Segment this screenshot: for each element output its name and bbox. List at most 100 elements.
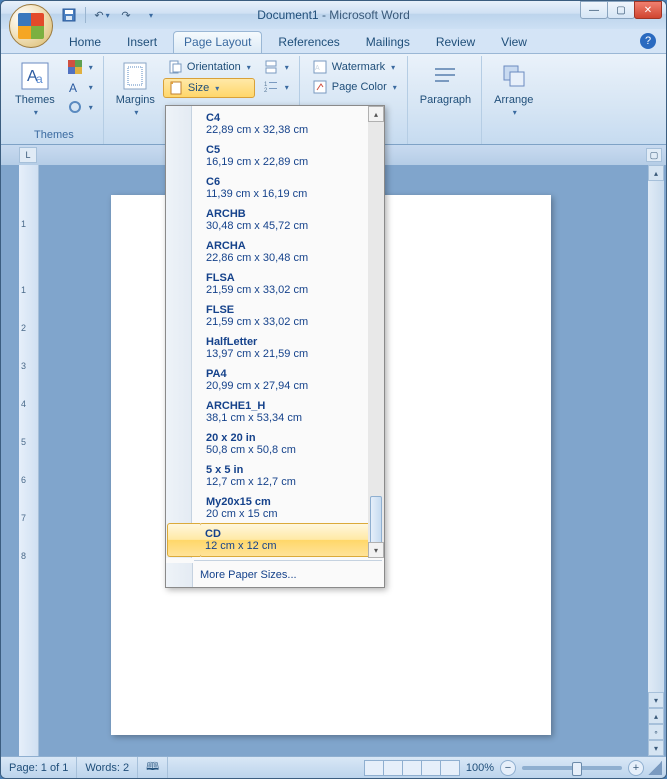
tab-mailings[interactable]: Mailings [356, 32, 420, 53]
breaks-button[interactable]: ▾ [259, 58, 293, 76]
size-option[interactable]: FLSA21,59 cm x 33,02 cm [200, 268, 384, 300]
theme-effects-button[interactable]: ▾ [63, 98, 97, 116]
window-title: Document1 - Microsoft Word [257, 8, 410, 22]
size-option-name: ARCHB [206, 208, 376, 220]
size-list: C422,89 cm x 32,38 cmC516,19 cm x 22,89 … [166, 106, 384, 558]
tab-selector[interactable]: L [19, 147, 37, 163]
size-option-dimensions: 21,59 cm x 33,02 cm [206, 316, 376, 328]
chevron-down-icon: ▾ [134, 108, 138, 117]
view-web-layout-button[interactable] [402, 760, 422, 776]
svg-text:A: A [315, 65, 320, 72]
ruler-toggle-icon[interactable]: ▢ [646, 148, 662, 162]
theme-fonts-button[interactable]: A▾ [63, 78, 97, 96]
size-button[interactable]: Size▾ [163, 78, 255, 98]
minimize-button[interactable]: — [580, 1, 608, 19]
status-language[interactable]: 🕮 [138, 757, 168, 778]
maximize-button[interactable]: ▢ [607, 1, 635, 19]
group-themes: Aa Themes ▾ ▾ A▾ ▾ Themes [5, 56, 104, 144]
zoom-in-button[interactable]: + [628, 760, 644, 776]
app-name: Microsoft Word [329, 8, 409, 22]
vertical-scrollbar[interactable]: ▴ ▾ ▴ ∘ ▾ [648, 165, 664, 756]
page-color-button[interactable]: Page Color▾ [308, 78, 401, 96]
tab-home[interactable]: Home [59, 32, 111, 53]
page-color-icon [312, 79, 328, 95]
size-option[interactable]: ARCHB30,48 cm x 45,72 cm [200, 204, 384, 236]
svg-text:a: a [36, 72, 43, 86]
undo-icon[interactable]: ↶▾ [92, 5, 112, 25]
zoom-slider[interactable] [522, 766, 622, 770]
status-words[interactable]: Words: 2 [77, 757, 138, 778]
scroll-up-icon[interactable]: ▴ [648, 165, 664, 181]
size-option[interactable]: ARCHA22,86 cm x 30,48 cm [200, 236, 384, 268]
size-option[interactable]: HalfLetter13,97 cm x 21,59 cm [200, 332, 384, 364]
arrange-button[interactable]: Arrange ▾ [490, 58, 537, 119]
group-label-arrange [490, 127, 537, 144]
resize-grip-icon[interactable] [648, 761, 662, 775]
size-option[interactable]: CD12 cm x 12 cm [199, 523, 384, 557]
size-option-name: HalfLetter [206, 336, 376, 348]
margins-button[interactable]: Margins ▾ [112, 58, 159, 119]
status-page[interactable]: Page: 1 of 1 [1, 757, 77, 778]
paragraph-icon [429, 60, 461, 92]
view-draft-button[interactable] [440, 760, 460, 776]
vertical-ruler[interactable]: 1 1 2 3 4 5 6 7 8 [19, 165, 39, 756]
scroll-down-icon[interactable]: ▾ [648, 692, 664, 708]
themes-button[interactable]: Aa Themes ▾ [11, 58, 59, 119]
size-option-dimensions: 30,48 cm x 45,72 cm [206, 220, 376, 232]
tab-page-layout[interactable]: Page Layout [173, 31, 262, 53]
tab-insert[interactable]: Insert [117, 32, 167, 53]
view-print-layout-button[interactable] [364, 760, 384, 776]
tab-review[interactable]: Review [426, 32, 485, 53]
paragraph-button[interactable]: Paragraph [416, 58, 475, 108]
size-option[interactable]: FLSE21,59 cm x 33,02 cm [200, 300, 384, 332]
size-option[interactable]: PA420,99 cm x 27,94 cm [200, 364, 384, 396]
size-icon [168, 80, 184, 96]
more-paper-sizes-item[interactable]: More Paper Sizes... [166, 563, 384, 587]
prev-page-icon[interactable]: ▴ [648, 708, 664, 724]
size-option-name: FLSA [206, 272, 376, 284]
size-option-dimensions: 11,39 cm x 16,19 cm [206, 188, 376, 200]
close-button[interactable]: ✕ [634, 1, 662, 19]
scroll-down-icon[interactable]: ▾ [368, 542, 384, 558]
view-full-screen-button[interactable] [383, 760, 403, 776]
theme-colors-button[interactable]: ▾ [63, 58, 97, 76]
dropdown-scrollbar[interactable]: ▴ ▾ [368, 106, 384, 558]
size-option-dimensions: 12,7 cm x 12,7 cm [206, 476, 376, 488]
ruler-tick: 3 [21, 361, 26, 371]
scroll-up-icon[interactable]: ▴ [368, 106, 384, 122]
ruler-tick: 8 [21, 551, 26, 561]
ruler-tick: 4 [21, 399, 26, 409]
size-option-name: My20x15 cm [206, 496, 376, 508]
size-option[interactable]: My20x15 cm20 cm x 15 cm [200, 492, 384, 524]
view-outline-button[interactable] [421, 760, 441, 776]
ribbon-tabs: Home Insert Page Layout References Maili… [1, 29, 666, 53]
save-icon[interactable] [59, 5, 79, 25]
qat-separator [85, 7, 86, 23]
size-option-dimensions: 22,89 cm x 32,38 cm [206, 124, 376, 136]
line-numbers-button[interactable]: 12▾ [259, 78, 293, 96]
zoom-value[interactable]: 100% [466, 762, 494, 774]
size-option[interactable]: C611,39 cm x 16,19 cm [200, 172, 384, 204]
size-option[interactable]: 5 x 5 in12,7 cm x 12,7 cm [200, 460, 384, 492]
size-option-name: FLSE [206, 304, 376, 316]
fonts-icon: A [67, 79, 83, 95]
next-page-icon[interactable]: ▾ [648, 740, 664, 756]
watermark-button[interactable]: AWatermark▾ [308, 58, 401, 76]
zoom-out-button[interactable]: − [500, 760, 516, 776]
office-button[interactable] [9, 4, 53, 48]
help-icon[interactable]: ? [640, 33, 656, 49]
size-option[interactable]: ARCHE1_H38,1 cm x 53,34 cm [200, 396, 384, 428]
qat-customize-icon[interactable]: ▾ [140, 5, 160, 25]
tab-references[interactable]: References [268, 32, 349, 53]
quick-access-toolbar: ↶▾ ↷ ▾ [59, 5, 160, 25]
redo-icon[interactable]: ↷ [116, 5, 136, 25]
orientation-button[interactable]: Orientation▾ [163, 58, 255, 76]
tab-view[interactable]: View [491, 32, 537, 53]
chevron-down-icon: ▾ [34, 108, 38, 117]
title-bar: ↶▾ ↷ ▾ Document1 - Microsoft Word — ▢ ✕ [1, 1, 666, 29]
browse-object-icon[interactable]: ∘ [648, 724, 664, 740]
size-option[interactable]: 20 x 20 in50,8 cm x 50,8 cm [200, 428, 384, 460]
size-option[interactable]: C516,19 cm x 22,89 cm [200, 140, 384, 172]
scroll-track[interactable] [648, 181, 664, 692]
size-option[interactable]: C422,89 cm x 32,38 cm [200, 108, 384, 140]
